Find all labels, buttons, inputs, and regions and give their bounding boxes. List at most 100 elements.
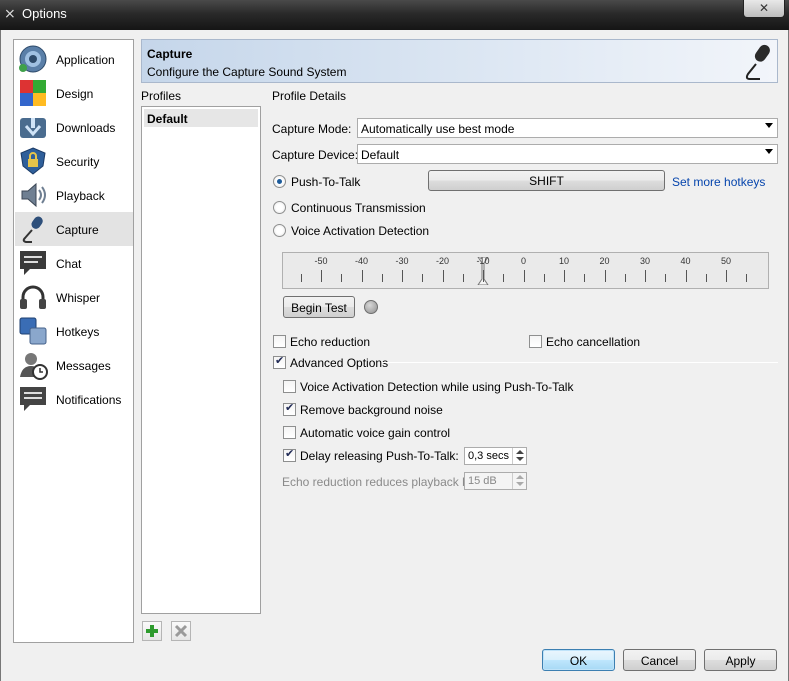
category-whisper[interactable]: Whisper xyxy=(15,280,133,314)
slider-tick-label: 50 xyxy=(720,256,731,266)
ok-button[interactable]: OK xyxy=(542,649,615,671)
plus-icon xyxy=(146,625,158,637)
continuous-transmission-radio[interactable] xyxy=(273,201,286,214)
echo-cancellation-checkbox[interactable] xyxy=(529,335,542,348)
category-label: Chat xyxy=(56,257,82,271)
slider-tick-label: -50 xyxy=(314,256,328,266)
category-label: Design xyxy=(56,87,94,101)
echo-playback-value: 15 dB xyxy=(468,475,497,487)
category-capture[interactable]: Capture xyxy=(15,212,133,246)
profile-item-default[interactable]: Default xyxy=(144,109,258,127)
chevron-down-icon xyxy=(765,123,773,128)
slider-tick xyxy=(746,274,748,282)
category-label: Playback xyxy=(56,189,105,203)
continuous-transmission-label: Continuous Transmission xyxy=(291,201,426,215)
category-security[interactable]: Security xyxy=(15,144,133,178)
spin-arrows-icon[interactable] xyxy=(512,473,526,489)
profiles-label: Profiles xyxy=(141,89,182,103)
category-notifications[interactable]: Notifications xyxy=(15,382,133,416)
category-hotkeys[interactable]: Hotkeys xyxy=(15,314,133,348)
hotkey-button[interactable]: SHIFT xyxy=(428,170,665,191)
delay-release-value: 0,3 secs xyxy=(468,450,509,462)
slider-tick xyxy=(321,270,322,282)
remove-background-noise-label: Remove background noise xyxy=(300,403,443,417)
close-icon[interactable]: ✕ xyxy=(759,1,769,15)
slider-tick xyxy=(381,274,383,282)
spin-arrows-icon[interactable] xyxy=(512,448,526,464)
capture-device-label: Capture Device: xyxy=(272,148,359,162)
voice-activation-slider[interactable]: -50 -40 -30 -20 -10 0 10 20 30 40 50 xyxy=(282,252,769,289)
capture-mode-select[interactable]: Automatically use best mode xyxy=(357,118,778,138)
add-profile-button[interactable] xyxy=(142,621,162,641)
window-title: Options xyxy=(22,6,67,21)
slider-tick-label: -10 xyxy=(476,256,490,266)
category-label: Messages xyxy=(56,359,111,373)
downloads-icon xyxy=(20,118,46,138)
category-label: Downloads xyxy=(56,121,116,135)
remove-background-noise-checkbox[interactable] xyxy=(283,401,296,416)
category-label: Hotkeys xyxy=(56,325,100,339)
headset-icon xyxy=(20,285,46,309)
slider-tick xyxy=(361,270,363,282)
category-label: Application xyxy=(56,53,115,67)
slider-tick xyxy=(503,274,505,282)
automatic-gain-checkbox[interactable] xyxy=(283,426,296,439)
slider-tick-label: 20 xyxy=(599,256,610,266)
set-more-hotkeys-link[interactable]: Set more hotkeys xyxy=(672,175,765,189)
page-header: Capture Configure the Capture Sound Syst… xyxy=(141,39,778,83)
page-subtitle: Configure the Capture Sound System xyxy=(147,65,347,79)
apply-button[interactable]: Apply xyxy=(704,649,777,671)
category-application[interactable]: Application xyxy=(15,42,133,76)
delay-release-checkbox[interactable] xyxy=(283,447,296,462)
microphone-icon xyxy=(745,44,770,80)
hotkeys-icon xyxy=(19,317,47,345)
push-to-talk-radio[interactable] xyxy=(273,175,286,188)
category-messages[interactable]: Messages xyxy=(15,348,133,382)
profiles-list[interactable]: Default xyxy=(141,106,261,614)
chat-icon xyxy=(20,251,46,275)
delay-release-spinbox[interactable]: 0,3 secs xyxy=(464,447,527,465)
echo-reduction-checkbox[interactable] xyxy=(273,335,286,348)
capture-mode-value: Automatically use best mode xyxy=(361,122,515,136)
delay-release-label: Delay releasing Push-To-Talk: xyxy=(300,449,459,463)
slider-tick xyxy=(685,270,687,282)
advanced-options-divider xyxy=(382,362,778,363)
title-bar: ⨯ Options ✕ xyxy=(0,0,789,30)
slider-tick xyxy=(523,270,525,282)
category-design[interactable]: Design xyxy=(15,76,133,110)
remove-icon xyxy=(174,624,188,638)
slider-tick xyxy=(462,274,464,282)
profile-details-label: Profile Details xyxy=(272,89,347,103)
slider-tick-label: -30 xyxy=(395,256,409,266)
slider-tick xyxy=(564,270,565,282)
category-chat[interactable]: Chat xyxy=(15,246,133,280)
category-downloads[interactable]: Downloads xyxy=(15,110,133,144)
slider-tick-label: -40 xyxy=(354,256,368,266)
slider-tick xyxy=(402,270,403,282)
application-icon xyxy=(19,45,47,73)
cancel-button[interactable]: Cancel xyxy=(623,649,696,671)
slider-tick xyxy=(341,274,343,282)
advanced-options-label: Advanced Options xyxy=(290,356,389,370)
capture-device-select[interactable]: Default xyxy=(357,144,778,164)
voice-activation-radio[interactable] xyxy=(273,224,286,237)
slider-tick xyxy=(665,274,667,282)
notifications-icon xyxy=(20,387,46,411)
security-icon xyxy=(20,147,46,175)
vad-while-ptt-label: Voice Activation Detection while using P… xyxy=(300,380,574,394)
slider-tick xyxy=(726,270,727,282)
slider-tick xyxy=(543,274,545,282)
slider-tick xyxy=(705,274,707,282)
vad-while-ptt-checkbox[interactable] xyxy=(283,380,296,393)
slider-tick-label: 30 xyxy=(639,256,650,266)
begin-test-button[interactable]: Begin Test xyxy=(283,296,355,318)
remove-profile-button[interactable] xyxy=(171,621,191,641)
category-playback[interactable]: Playback xyxy=(15,178,133,212)
slider-tick xyxy=(584,274,586,282)
echo-playback-spinbox[interactable]: 15 dB xyxy=(464,472,527,490)
slider-tick xyxy=(483,270,484,282)
app-icon: ⨯ xyxy=(4,5,16,21)
echo-reduction-label: Echo reduction xyxy=(290,335,371,349)
advanced-options-checkbox[interactable] xyxy=(273,354,286,369)
close-button[interactable]: ✕ xyxy=(743,0,785,18)
